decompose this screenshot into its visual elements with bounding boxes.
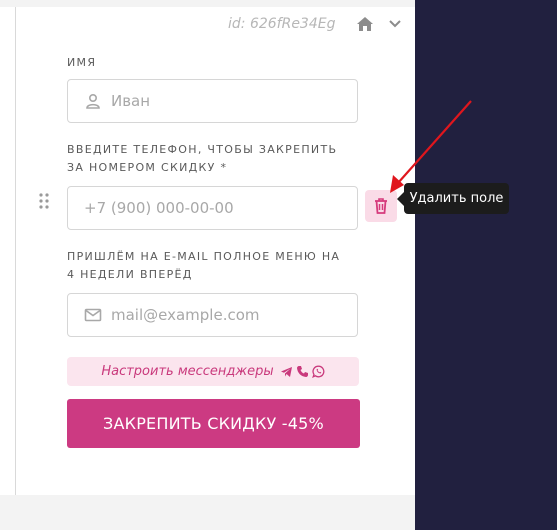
phone-icon [296, 366, 308, 377]
required-mark: * [220, 161, 228, 174]
name-field-label: ИМЯ [67, 56, 97, 69]
trash-icon [375, 198, 387, 214]
home-icon[interactable] [356, 16, 374, 32]
phone-field[interactable]: +7 (900) 000-00-00 [67, 186, 358, 230]
email-field[interactable]: mail@example.com [67, 293, 358, 337]
phone-field-label: ВВЕДИТЕ ТЕЛЕФОН, ЧТОБЫ ЗАКРЕПИТЬ ЗА НОМЕ… [67, 141, 352, 177]
telegram-icon [280, 366, 292, 377]
chevron-down-icon[interactable] [388, 18, 402, 30]
drag-handle-icon[interactable] [38, 192, 50, 210]
phone-placeholder: +7 (900) 000-00-00 [84, 199, 234, 217]
submit-button[interactable]: ЗАКРЕПИТЬ СКИДКУ -45% [67, 399, 360, 448]
tooltip-arrow [397, 192, 404, 206]
email-field-label: ПРИШЛЁМ НА E-MAIL ПОЛНОЕ МЕНЮ НА 4 НЕДЕЛ… [67, 250, 341, 281]
setup-messengers-button[interactable]: Настроить мессенджеры [67, 357, 359, 386]
delete-field-button[interactable] [365, 190, 397, 222]
form-id-label: id: 626fRe34Eg [228, 16, 336, 32]
dark-side-panel [415, 0, 557, 530]
mail-icon [84, 308, 102, 322]
delete-field-tooltip: Удалить поле [404, 183, 509, 214]
name-placeholder: Иван [111, 92, 151, 110]
name-field[interactable]: Иван [67, 79, 358, 123]
email-placeholder: mail@example.com [111, 306, 260, 324]
card-divider [15, 7, 16, 495]
user-icon [86, 93, 100, 109]
phone-label-text: ВВЕДИТЕ ТЕЛЕФОН, ЧТОБЫ ЗАКРЕПИТЬ ЗА НОМЕ… [67, 143, 338, 174]
whatsapp-icon [311, 365, 325, 378]
messengers-label: Настроить мессенджеры [101, 364, 274, 379]
